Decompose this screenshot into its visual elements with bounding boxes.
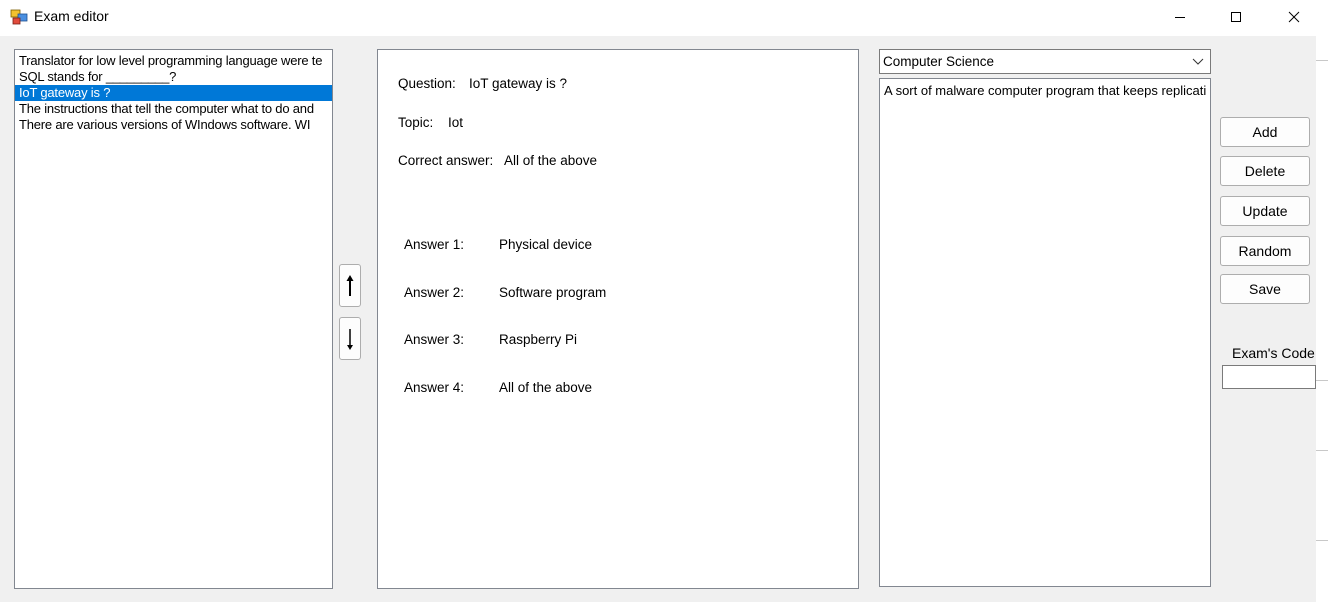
random-button[interactable]: Random <box>1220 236 1310 266</box>
maximize-icon <box>1231 12 1241 22</box>
question-label: Question: <box>398 76 456 91</box>
app-icon <box>10 9 28 25</box>
correct-answer-value: All of the above <box>504 153 598 168</box>
question-detail-panel: Question: IoT gateway is ? Topic: Iot Co… <box>377 49 859 589</box>
edge-divider <box>1316 540 1328 541</box>
description-list-item[interactable]: A sort of malware computer program that … <box>884 83 1206 98</box>
close-icon <box>1288 11 1300 23</box>
question-list-item-selected[interactable]: IoT gateway is ? <box>15 85 332 101</box>
subject-dropdown[interactable]: Computer Science <box>879 49 1211 74</box>
question-list-item[interactable]: The instructions that tell the computer … <box>15 101 332 117</box>
answer-3-label: Answer 3: <box>404 332 465 347</box>
answer-2-value: Software program <box>499 285 607 300</box>
question-list[interactable]: Translator for low level programming lan… <box>14 49 333 589</box>
edge-divider <box>1316 380 1328 381</box>
answer-4-label: Answer 4: <box>404 380 465 395</box>
add-button[interactable]: Add <box>1220 117 1310 147</box>
title-bar: Exam editor <box>0 0 1328 36</box>
topic-value: Iot <box>448 115 464 130</box>
subject-dropdown-value: Computer Science <box>883 54 995 69</box>
exam-code-label: Exam's Code <box>1232 345 1315 361</box>
move-up-button[interactable] <box>339 264 361 307</box>
update-button[interactable]: Update <box>1220 196 1310 226</box>
question-value: IoT gateway is ? <box>469 76 568 91</box>
exam-code-input[interactable] <box>1222 365 1316 389</box>
move-down-button[interactable] <box>339 317 361 360</box>
arrow-up-icon <box>346 274 354 296</box>
maximize-button[interactable] <box>1208 0 1264 34</box>
question-list-item[interactable]: Translator for low level programming lan… <box>15 53 332 69</box>
minimize-icon <box>1175 17 1185 18</box>
arrow-down-icon <box>347 328 353 350</box>
edge-divider <box>1316 60 1328 61</box>
correct-answer-label: Correct answer: <box>398 153 494 168</box>
background-window-edge <box>1316 36 1328 602</box>
delete-button[interactable]: Delete <box>1220 156 1310 186</box>
answer-2-label: Answer 2: <box>404 285 465 300</box>
edge-divider <box>1316 450 1328 451</box>
close-button[interactable] <box>1266 0 1322 34</box>
answer-4-value: All of the above <box>499 380 593 395</box>
answer-1-label: Answer 1: <box>404 237 465 252</box>
answer-1-value: Physical device <box>499 237 593 252</box>
description-list[interactable]: A sort of malware computer program that … <box>879 78 1211 587</box>
chevron-down-icon <box>1192 58 1204 65</box>
question-list-item[interactable]: SQL stands for _________? <box>15 69 332 85</box>
minimize-button[interactable] <box>1152 0 1208 34</box>
window-title: Exam editor <box>34 8 109 24</box>
question-list-item[interactable]: There are various versions of WIndows so… <box>15 117 332 133</box>
topic-label: Topic: <box>398 115 434 130</box>
save-button[interactable]: Save <box>1220 274 1310 304</box>
answer-3-value: Raspberry Pi <box>499 332 578 347</box>
